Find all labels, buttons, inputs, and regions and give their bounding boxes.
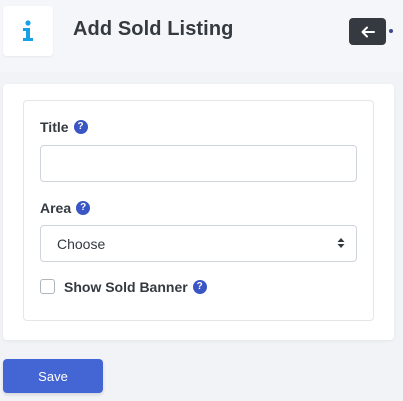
form-card: Title ? Area ? Choose Show Sold Banner ? bbox=[3, 84, 394, 340]
area-select[interactable]: Choose bbox=[40, 225, 357, 262]
back-button[interactable] bbox=[349, 18, 386, 45]
page-header: Add Sold Listing bbox=[0, 0, 403, 72]
question-circle-icon[interactable]: ? bbox=[73, 120, 88, 134]
arrow-left-icon bbox=[361, 26, 375, 37]
show-sold-banner-checkbox[interactable] bbox=[40, 279, 55, 294]
title-label: Title bbox=[40, 119, 69, 135]
area-label-row: Area ? bbox=[40, 200, 91, 216]
area-label: Area bbox=[40, 200, 72, 216]
page-title: Add Sold Listing bbox=[73, 18, 234, 40]
select-arrows-icon bbox=[337, 238, 345, 248]
question-circle-icon[interactable]: ? bbox=[76, 201, 91, 215]
save-button[interactable]: Save bbox=[3, 359, 103, 393]
info-icon bbox=[3, 6, 53, 56]
title-input[interactable] bbox=[40, 145, 357, 182]
area-select-value: Choose bbox=[57, 235, 106, 252]
question-circle-icon[interactable]: ? bbox=[192, 280, 207, 294]
show-sold-banner-row: Show Sold Banner ? bbox=[64, 279, 207, 295]
edge-dot bbox=[389, 29, 393, 33]
title-label-row: Title ? bbox=[40, 119, 88, 135]
form-panel: Title ? Area ? Choose Show Sold Banner ? bbox=[23, 100, 374, 321]
show-sold-banner-label[interactable]: Show Sold Banner bbox=[64, 279, 188, 295]
